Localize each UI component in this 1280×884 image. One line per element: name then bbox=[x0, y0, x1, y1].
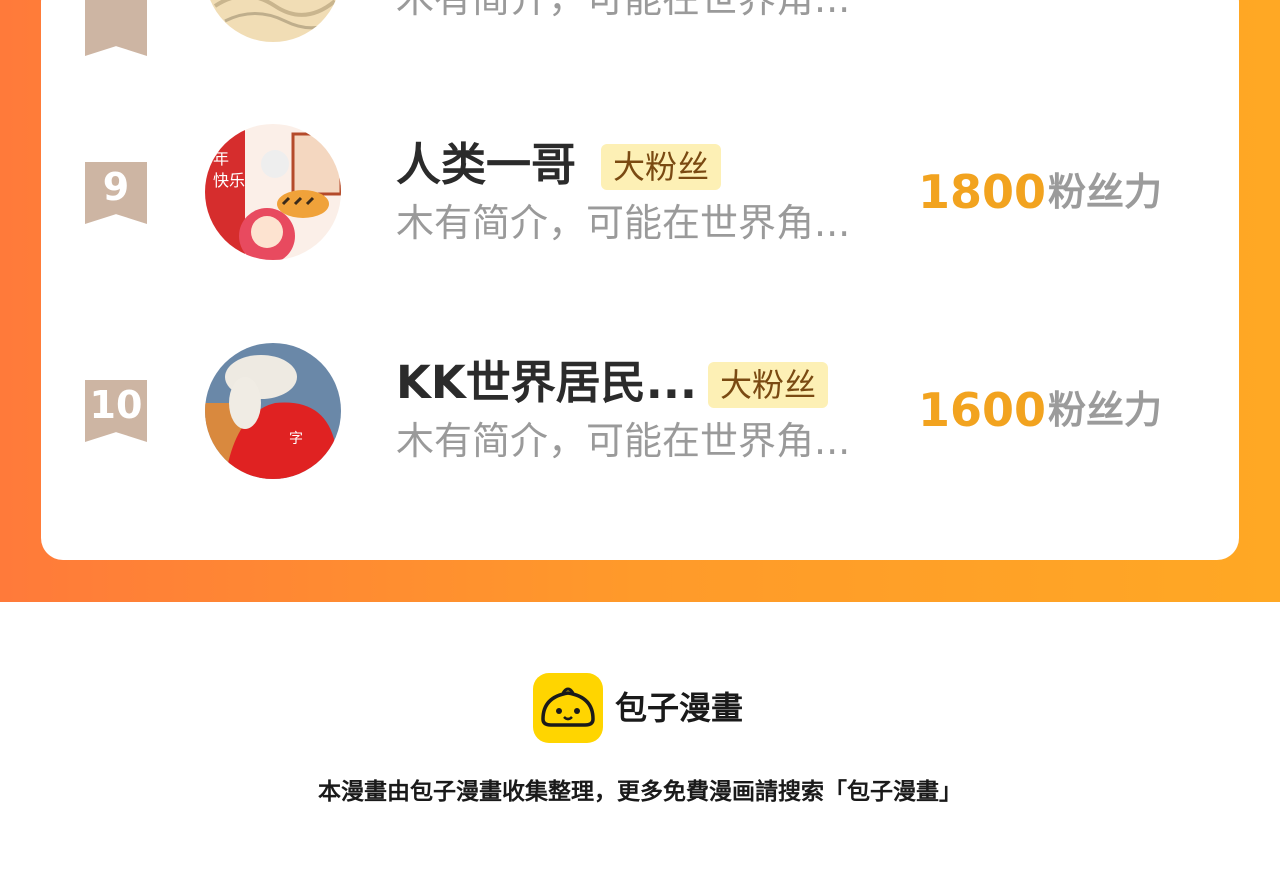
fans-value: 1600 bbox=[918, 383, 1047, 437]
fans-unit: 粉丝力 bbox=[1048, 170, 1163, 214]
user-intro: 木有简介，可能在世界角... bbox=[396, 0, 850, 22]
brand-name: 包子漫畫 bbox=[615, 689, 744, 727]
ranking-row-9[interactable]: 9 年 快乐 人类一哥 大粉丝 木有简介，可能在世界角... 1800 粉丝力 bbox=[0, 118, 1280, 278]
rank-ribbon bbox=[85, 0, 147, 56]
user-name[interactable]: KK世界居民... bbox=[396, 356, 697, 410]
fan-level-badge: 大粉丝 bbox=[708, 362, 829, 408]
rank-ribbon: 9 bbox=[85, 162, 147, 224]
brand-block: 包子漫畫 bbox=[533, 673, 773, 745]
avatar[interactable]: 字 bbox=[205, 343, 341, 479]
fan-level-badge: 大粉丝 bbox=[601, 144, 722, 190]
user-intro: 木有简介，可能在世界角... bbox=[396, 201, 851, 245]
ranking-row-8[interactable]: 木有简介，可能在世界角... bbox=[0, 0, 1280, 56]
fans-value: 1800 bbox=[918, 165, 1047, 219]
svg-text:字: 字 bbox=[289, 431, 303, 447]
svg-text:快乐: 快乐 bbox=[213, 171, 245, 190]
footer-note: 本漫畫由包子漫畫收集整理，更多免費漫画請搜索「包子漫畫」 bbox=[318, 779, 962, 805]
avatar[interactable] bbox=[205, 0, 341, 42]
rank-ribbon: 10 bbox=[85, 380, 147, 442]
fans-unit: 粉丝力 bbox=[1048, 388, 1163, 432]
baozi-bun-icon bbox=[533, 673, 603, 743]
ranking-row-10[interactable]: 10 字 KK世界居民... 大粉丝 木有简介，可能在世界角... 1600 粉… bbox=[0, 336, 1280, 496]
user-intro: 木有简介，可能在世界角... bbox=[396, 419, 851, 463]
user-name[interactable]: 人类一哥 bbox=[396, 138, 576, 192]
avatar[interactable]: 年 快乐 bbox=[205, 124, 341, 260]
svg-text:年: 年 bbox=[213, 149, 229, 168]
